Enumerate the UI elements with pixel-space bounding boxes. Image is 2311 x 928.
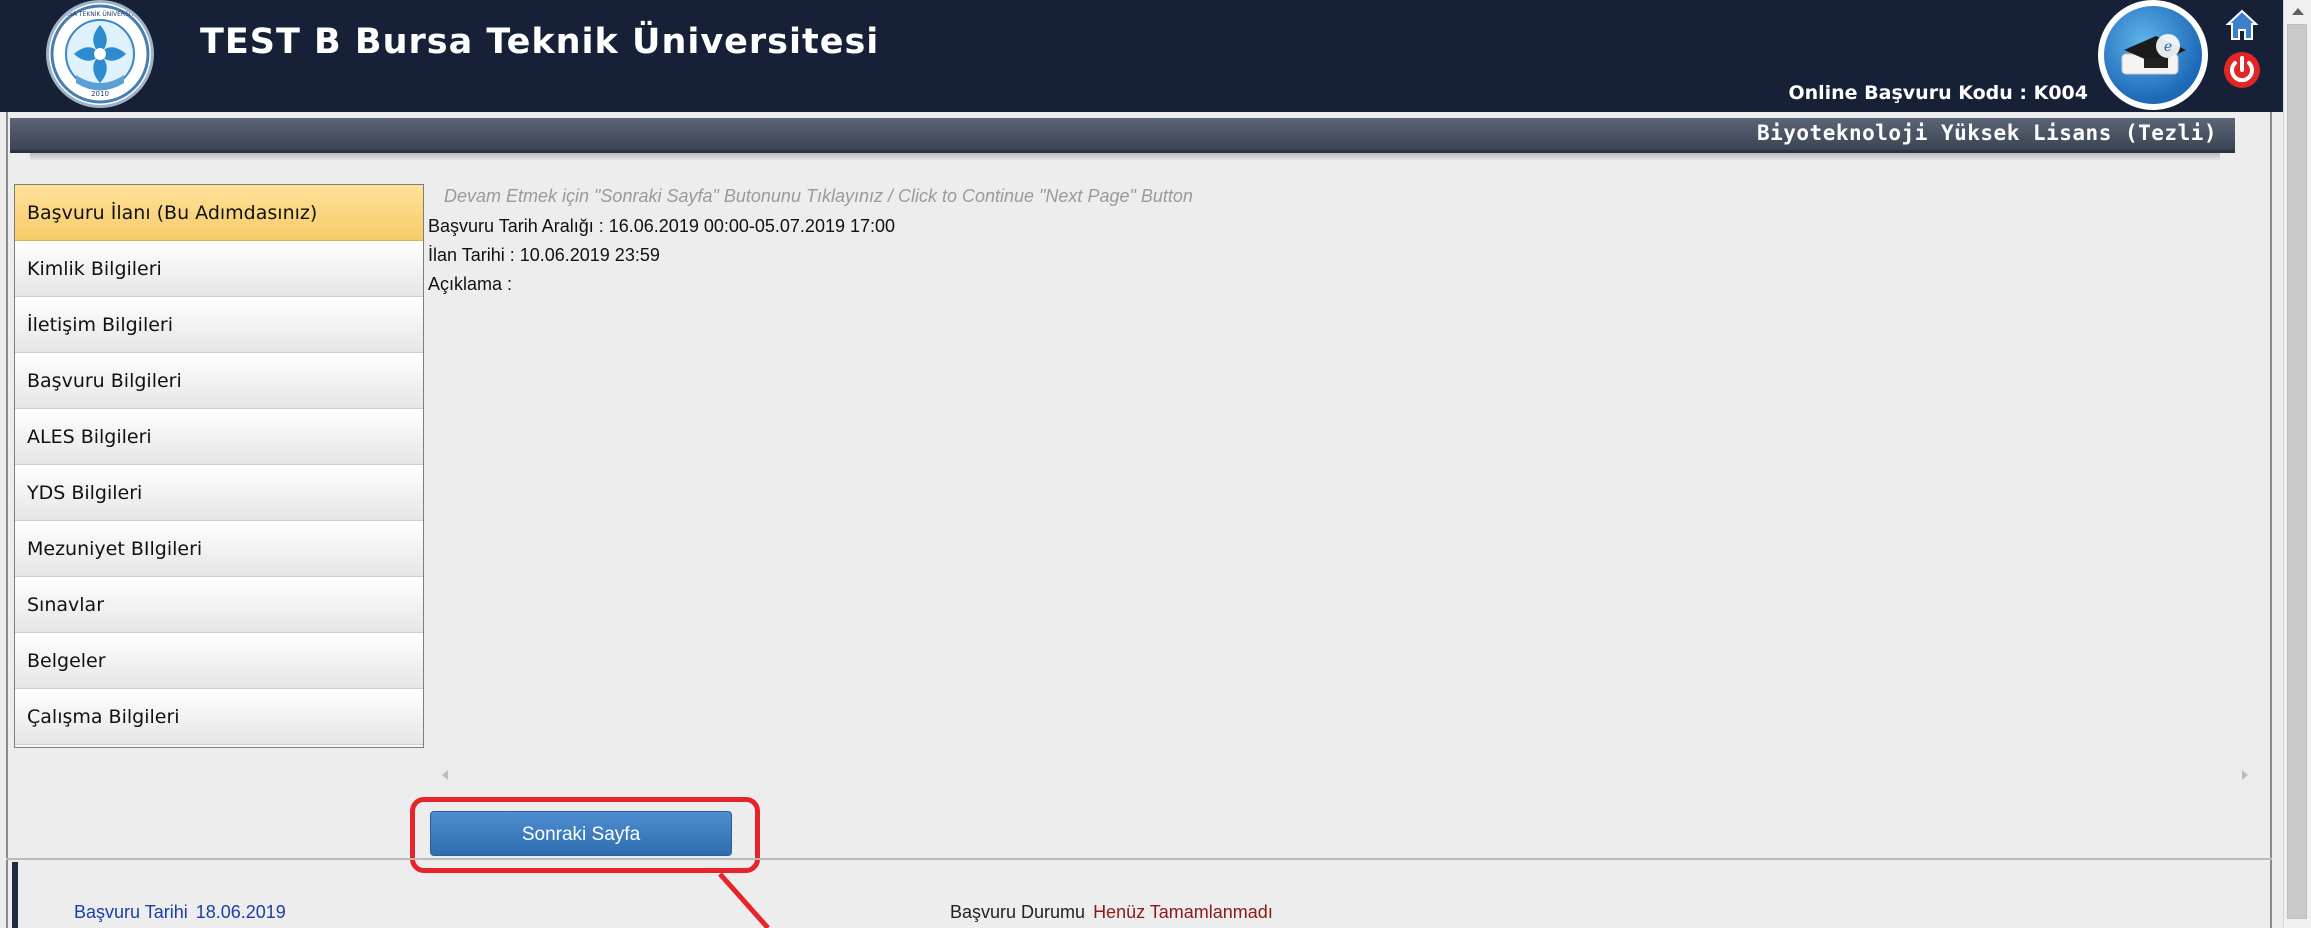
step-navigation: Başvuru İlanı (Bu Adımdasınız) Kimlik Bi… bbox=[14, 184, 424, 748]
sidebar-item-application-notice[interactable]: Başvuru İlanı (Bu Adımdasınız) bbox=[15, 185, 423, 241]
program-title: Biyoteknoloji Yüksek Lisans (Tezli) bbox=[1756, 121, 2217, 145]
sidebar-item-identity[interactable]: Kimlik Bilgileri bbox=[15, 241, 423, 297]
scroll-up-icon[interactable] bbox=[2292, 8, 2304, 15]
footer-divider bbox=[6, 858, 2272, 860]
sidebar-item-application-info[interactable]: Başvuru Bilgileri bbox=[15, 353, 423, 409]
sidebar-item-work-info[interactable]: Çalışma Bilgileri bbox=[15, 689, 423, 745]
application-status-label: Başvuru Durumu bbox=[950, 902, 1086, 922]
footer-application-date: Başvuru Tarihi 18.06.2019 bbox=[74, 902, 286, 923]
program-bar-shadow bbox=[30, 153, 2220, 161]
description-label: Açıklama : bbox=[428, 274, 513, 294]
next-page-button[interactable]: Sonraki Sayfa bbox=[430, 811, 732, 856]
scrollbar-thumb[interactable] bbox=[2287, 24, 2307, 919]
annotation-arrow-icon bbox=[718, 872, 770, 928]
svg-text:2010: 2010 bbox=[91, 90, 109, 98]
sidebar-item-documents[interactable]: Belgeler bbox=[15, 633, 423, 689]
top-header: 2010 BURSA TEKNİK ÜNİVERSİTESİ TEST B Bu… bbox=[0, 0, 2283, 112]
sidebar-item-ales[interactable]: ALES Bilgileri bbox=[15, 409, 423, 465]
application-date-label: Başvuru Tarihi bbox=[74, 902, 188, 922]
power-icon[interactable] bbox=[2222, 50, 2262, 90]
sidebar-item-graduation[interactable]: Mezuniyet BIlgileri bbox=[15, 521, 423, 577]
continue-hint: Devam Etmek için "Sonraki Sayfa" Butonun… bbox=[444, 186, 1193, 206]
graduation-cap-icon: e bbox=[2098, 0, 2208, 110]
application-code: Online Başvuru Kodu : K004 bbox=[1788, 82, 2088, 104]
university-logo: 2010 BURSA TEKNİK ÜNİVERSİTESİ bbox=[46, 0, 154, 108]
footer-application-status: Başvuru Durumu Henüz Tamamlanmadı bbox=[950, 902, 1273, 923]
application-status-value: Henüz Tamamlanmadı bbox=[1093, 902, 1273, 922]
application-date-value: 18.06.2019 bbox=[195, 902, 286, 922]
scroll-left-icon[interactable] bbox=[442, 770, 448, 780]
sidebar-item-exams[interactable]: Sınavlar bbox=[15, 577, 423, 633]
horizontal-scrollbar[interactable] bbox=[430, 766, 2260, 786]
application-date-range: Başvuru Tarih Aralığı : 16.06.2019 00:00… bbox=[428, 216, 896, 236]
footer-accent bbox=[12, 862, 18, 928]
announcement-date: İlan Tarihi : 10.06.2019 23:59 bbox=[428, 245, 660, 265]
svg-text:e: e bbox=[2164, 39, 2172, 55]
scroll-right-icon[interactable] bbox=[2242, 770, 2248, 780]
sidebar-item-yds[interactable]: YDS Bilgileri bbox=[15, 465, 423, 521]
site-title: TEST B Bursa Teknik Üniversitesi bbox=[200, 22, 880, 62]
program-bar: Biyoteknoloji Yüksek Lisans (Tezli) bbox=[10, 118, 2235, 153]
right-border bbox=[2270, 112, 2272, 928]
sidebar-item-contact[interactable]: İletişim Bilgileri bbox=[15, 297, 423, 353]
home-icon[interactable] bbox=[2225, 8, 2259, 42]
page-scrollbar[interactable] bbox=[2283, 0, 2311, 928]
left-border bbox=[6, 112, 8, 928]
svg-text:BURSA TEKNİK ÜNİVERSİTESİ: BURSA TEKNİK ÜNİVERSİTESİ bbox=[56, 11, 144, 18]
